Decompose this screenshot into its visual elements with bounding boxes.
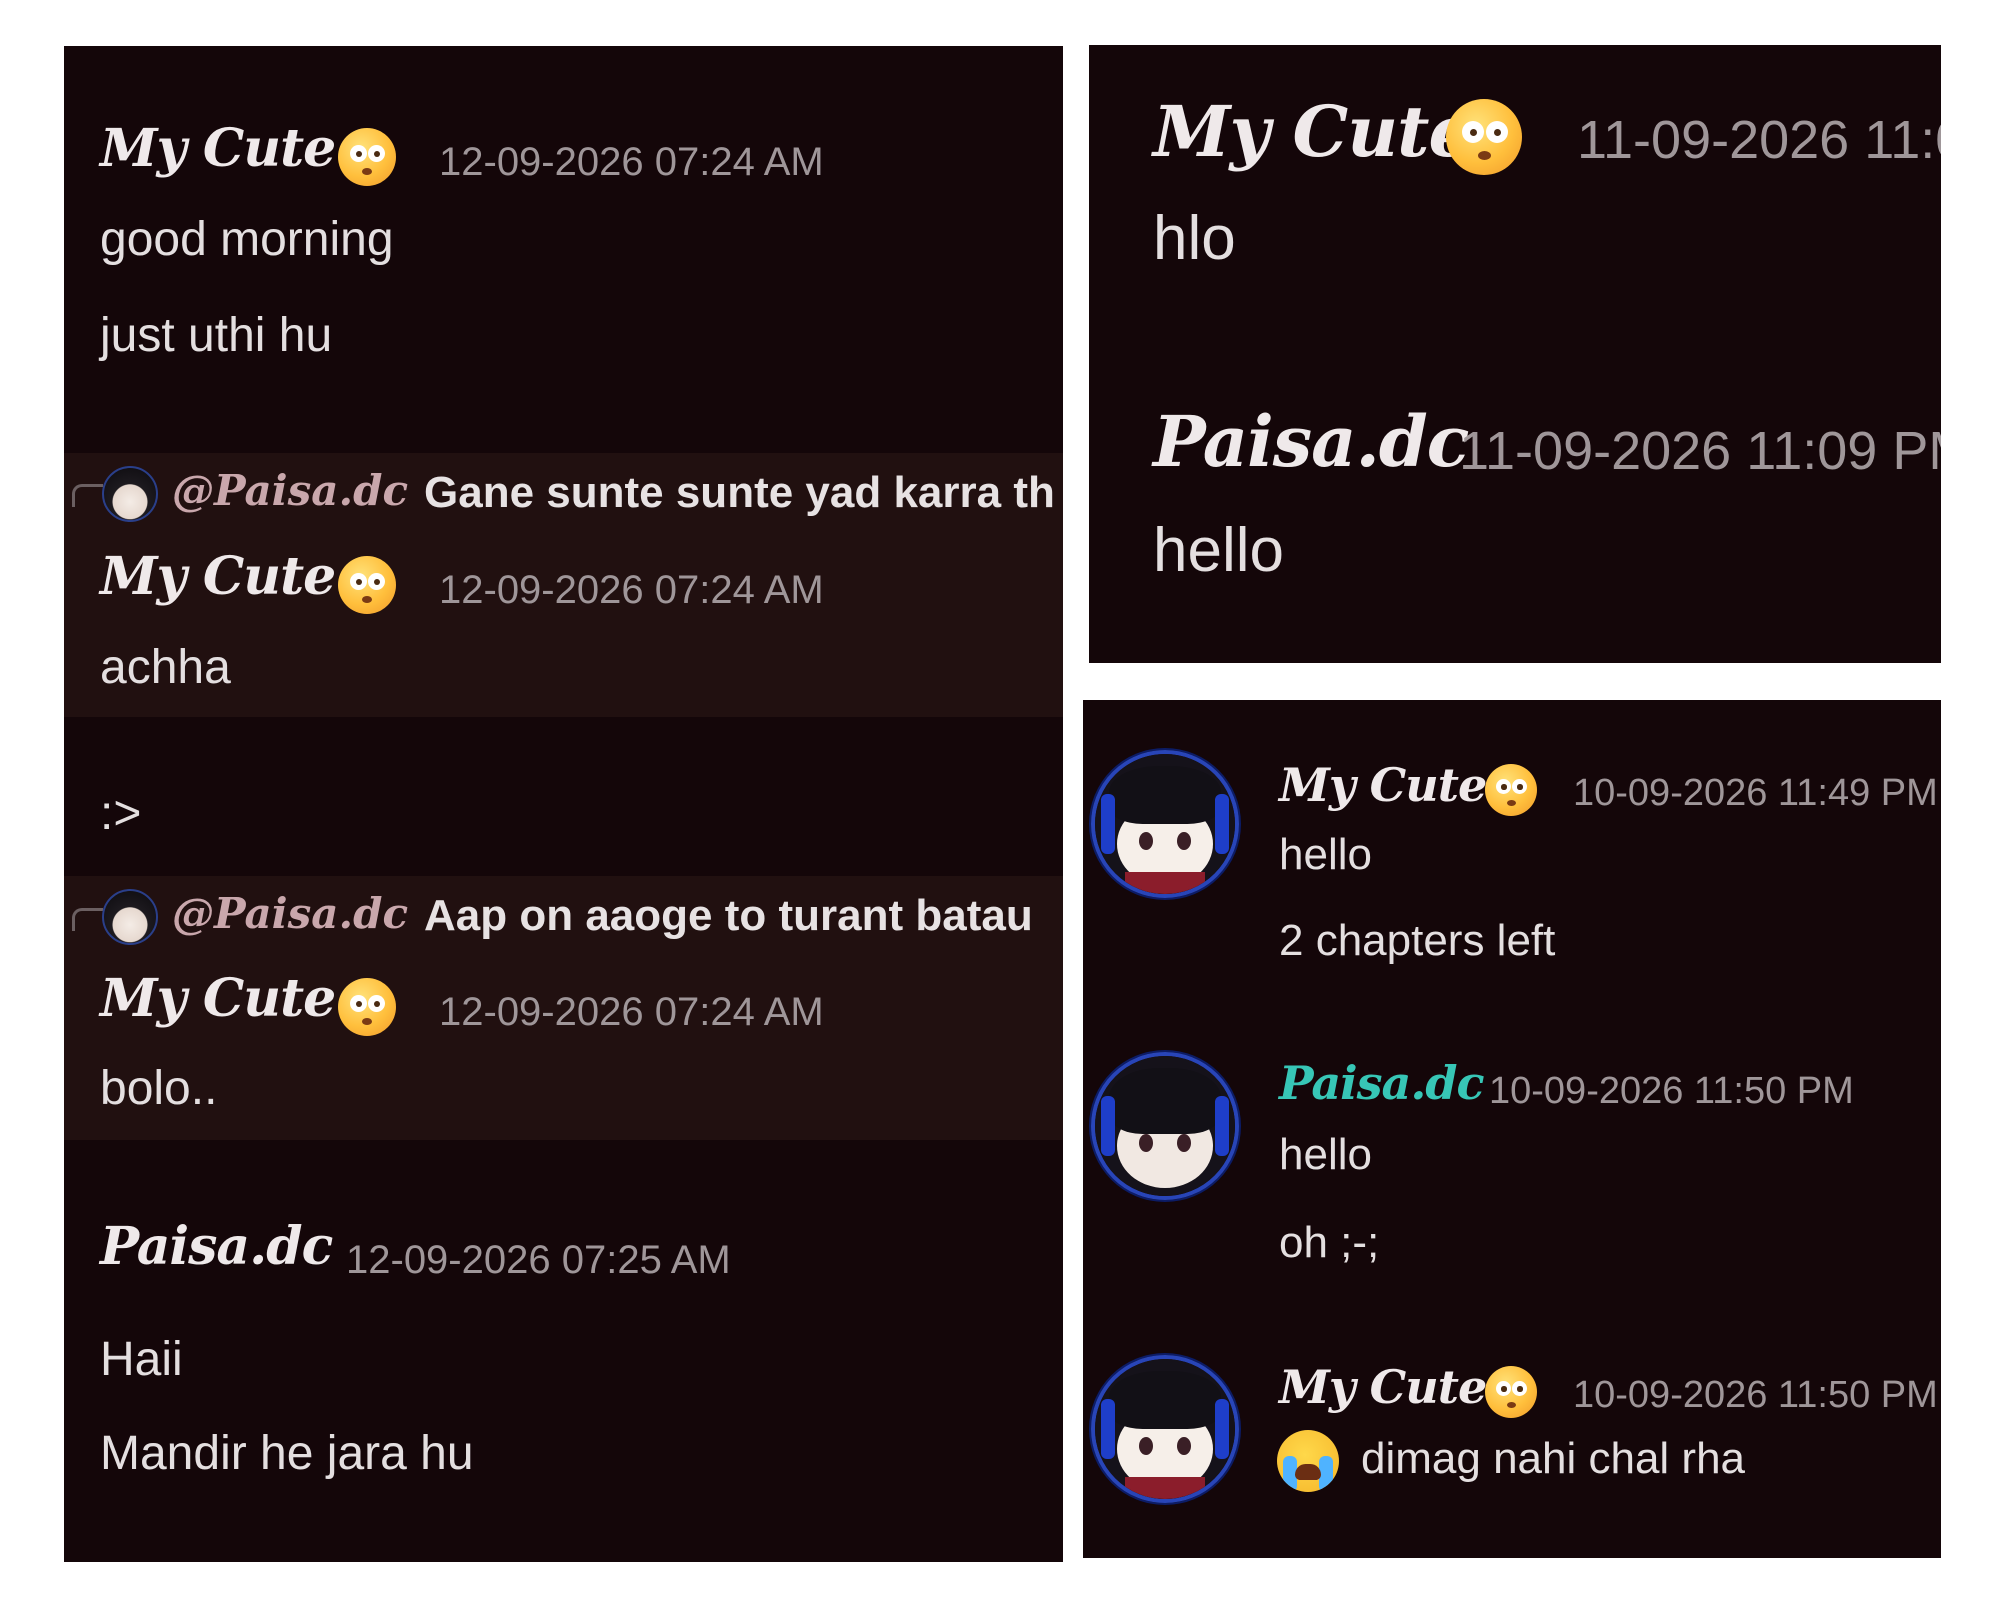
author-name[interactable]: My Cute [100, 546, 336, 607]
message-text[interactable]: hello [1279, 830, 1372, 880]
message-timestamp[interactable]: 10-09-2026 11:50 PM [1573, 1374, 1938, 1417]
chat-panel-left: My Cute 12-09-2026 07:24 AM good morning… [64, 46, 1063, 1562]
author-name[interactable]: Paisa.dc [100, 1216, 333, 1277]
chat-panel-top-right: My Cute 11-09-2026 11:0 hlo Paisa.dc 11-… [1089, 45, 1941, 663]
message-timestamp[interactable]: 10-09-2026 11:50 PM [1489, 1070, 1854, 1113]
message-text[interactable]: achha [100, 640, 231, 695]
message-text[interactable]: :> [100, 786, 141, 841]
loudly-crying-face-icon [1277, 1430, 1339, 1492]
author-name[interactable]: Paisa.dc [1153, 400, 1469, 483]
message-timestamp[interactable]: 12-09-2026 07:24 AM [439, 140, 824, 185]
message-text[interactable]: bolo.. [100, 1061, 217, 1116]
author-name[interactable]: My Cute [1279, 1360, 1487, 1414]
reply-preview-text[interactable]: Gane sunte sunte yad karra th [424, 468, 1055, 518]
message-timestamp[interactable]: 10-09-2026 11:49 PM [1573, 772, 1938, 815]
reply-avatar[interactable] [102, 466, 158, 522]
message-timestamp[interactable]: 12-09-2026 07:25 AM [346, 1238, 731, 1283]
message-timestamp[interactable]: 12-09-2026 07:24 AM [439, 990, 824, 1035]
message-timestamp[interactable]: 11-09-2026 11:0 [1577, 109, 1941, 171]
flushed-face-icon [338, 978, 396, 1036]
flushed-face-icon [1485, 1366, 1537, 1418]
message-text[interactable]: hlo [1153, 203, 1236, 274]
message-text[interactable]: Haii [100, 1332, 183, 1387]
reply-avatar[interactable] [102, 889, 158, 945]
message-text[interactable]: hello [1153, 515, 1284, 586]
reply-preview-text[interactable]: Aap on aaoge to turant batau [424, 891, 1033, 941]
chat-panel-bottom-right: My Cute 10-09-2026 11:49 PM hello 2 chap… [1083, 700, 1941, 1558]
message-text[interactable]: 2 chapters left [1279, 916, 1555, 966]
user-avatar[interactable] [1091, 1052, 1239, 1200]
message-text[interactable]: good morning [100, 212, 394, 267]
author-name[interactable]: My Cute [100, 968, 336, 1029]
user-avatar[interactable] [1091, 750, 1239, 898]
message-timestamp[interactable]: 11-09-2026 11:09 PM [1459, 420, 1941, 482]
message-timestamp[interactable]: 12-09-2026 07:24 AM [439, 568, 824, 613]
message-text[interactable]: hello [1279, 1130, 1372, 1180]
author-name[interactable]: My Cute [1279, 758, 1487, 812]
reply-connector [72, 908, 103, 931]
flushed-face-icon [338, 128, 396, 186]
author-name[interactable]: My Cute [1153, 90, 1473, 173]
flushed-face-icon [1446, 99, 1522, 175]
flushed-face-icon [1485, 764, 1537, 816]
author-name[interactable]: Paisa.dc [1279, 1056, 1485, 1110]
message-text[interactable]: dimag nahi chal rha [1361, 1434, 1745, 1484]
flushed-face-icon [338, 556, 396, 614]
message-text[interactable]: just uthi hu [100, 308, 332, 363]
message-text[interactable]: oh ;-; [1279, 1218, 1379, 1268]
message-text[interactable]: Mandir he jara hu [100, 1426, 474, 1481]
reply-mention[interactable]: @Paisa.dc [172, 889, 408, 938]
reply-mention[interactable]: @Paisa.dc [172, 466, 408, 515]
user-avatar[interactable] [1091, 1355, 1239, 1503]
author-name[interactable]: My Cute [100, 118, 336, 179]
reply-connector [72, 484, 103, 507]
